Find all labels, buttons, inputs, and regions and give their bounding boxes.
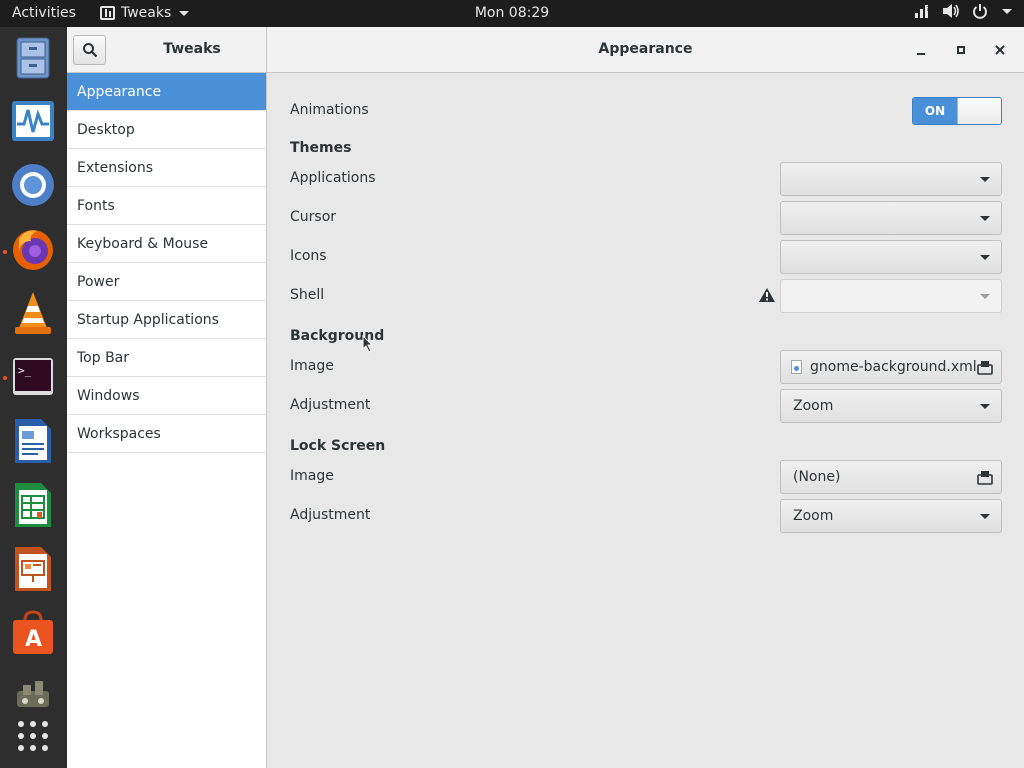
- dock-writer[interactable]: [10, 418, 56, 464]
- volume-icon: [943, 4, 959, 18]
- chevron-down-icon: [980, 177, 990, 182]
- cursor-label: Cursor: [290, 209, 337, 225]
- mouse-pointer-icon: [362, 335, 374, 353]
- sidebar-item-fonts[interactable]: Fonts: [67, 187, 266, 225]
- svg-text:>_: >_: [18, 364, 32, 377]
- lock-screen-image-chooser[interactable]: (None): [780, 460, 1002, 494]
- show-applications-icon: [18, 721, 48, 751]
- libreoffice-calc-icon: [15, 483, 51, 527]
- file-cabinet-icon: [16, 37, 50, 79]
- header-bar: Tweaks Appearance: [67, 27, 1024, 73]
- libreoffice-writer-icon: [15, 419, 51, 463]
- switch-knob: [957, 98, 1001, 124]
- chooser-value: gnome-background.xml: [810, 359, 977, 375]
- cursor-theme-select[interactable]: [780, 201, 1002, 235]
- dock-chromium[interactable]: [10, 162, 56, 208]
- search-button[interactable]: [73, 35, 106, 65]
- chevron-down-icon: [980, 255, 990, 260]
- running-indicator: [3, 376, 7, 380]
- sidebar-item-top-bar[interactable]: Top Bar: [67, 339, 266, 377]
- open-file-icon: [977, 361, 993, 375]
- dock: >_ A: [0, 27, 67, 768]
- sidebar-item-appearance[interactable]: Appearance: [67, 73, 266, 111]
- svg-text:?: ?: [926, 5, 930, 13]
- chevron-down-icon: [980, 404, 990, 409]
- lock-screen-adjustment-label: Adjustment: [290, 507, 371, 523]
- dock-calc[interactable]: [10, 482, 56, 528]
- dock-firefox[interactable]: [10, 226, 56, 272]
- sidebar-item-keyboard-mouse[interactable]: Keyboard & Mouse: [67, 225, 266, 263]
- dock-software[interactable]: A: [10, 610, 56, 656]
- running-indicator: [3, 250, 7, 254]
- document-icon: [791, 360, 802, 374]
- svg-text:A: A: [25, 627, 42, 652]
- system-tray[interactable]: ?: [914, 3, 1012, 19]
- background-adjustment-label: Adjustment: [290, 397, 371, 413]
- sidebar-item-startup-applications[interactable]: Startup Applications: [67, 301, 266, 339]
- select-value: Zoom: [793, 398, 834, 414]
- sidebar-title: Tweaks: [163, 41, 221, 57]
- animations-switch[interactable]: ON: [912, 97, 1002, 125]
- applications-label: Applications: [290, 170, 376, 186]
- maximize-icon: [957, 46, 965, 54]
- vlc-icon: [15, 292, 51, 334]
- minimize-button[interactable]: [909, 39, 933, 61]
- chromium-icon: [12, 164, 54, 206]
- terminal-icon: >_: [13, 358, 53, 395]
- sidebar-header: Tweaks: [67, 27, 267, 73]
- dock-impress[interactable]: [10, 546, 56, 592]
- system-monitor-icon: [12, 101, 54, 141]
- appearance-panel: Animations ON Themes Applications Cursor…: [268, 73, 1024, 768]
- power-icon: [973, 4, 987, 19]
- lock-screen-heading: Lock Screen: [290, 438, 386, 454]
- chevron-down-icon: [980, 216, 990, 221]
- dock-files[interactable]: [10, 35, 56, 81]
- lock-screen-adjustment-select[interactable]: Zoom: [780, 499, 1002, 533]
- applications-theme-select[interactable]: [780, 162, 1002, 196]
- dock-vlc[interactable]: [10, 290, 56, 336]
- warning-icon: [759, 288, 775, 302]
- chevron-down-icon: [980, 514, 990, 519]
- search-icon: [82, 43, 97, 58]
- themes-heading: Themes: [290, 140, 352, 156]
- sidebar-item-extensions[interactable]: Extensions: [67, 149, 266, 187]
- libreoffice-impress-icon: [15, 547, 51, 591]
- switch-state-label: ON: [913, 98, 957, 124]
- dock-terminal[interactable]: >_: [10, 354, 56, 400]
- maximize-button[interactable]: [949, 39, 973, 61]
- background-image-chooser[interactable]: gnome-background.xml: [780, 350, 1002, 384]
- chevron-down-icon: [1002, 8, 1012, 14]
- close-icon: [995, 45, 1005, 55]
- sidebar: Appearance Desktop Extensions Fonts Keyb…: [67, 73, 267, 768]
- software-center-icon: A: [13, 610, 53, 654]
- sidebar-item-workspaces[interactable]: Workspaces: [67, 415, 266, 453]
- tweaks-app-icon: [17, 681, 49, 707]
- shell-theme-select[interactable]: [780, 279, 1002, 313]
- tweaks-window: Tweaks Appearance Appearance Desktop Ext…: [67, 27, 1024, 768]
- lock-screen-image-label: Image: [290, 468, 334, 484]
- shell-label: Shell: [290, 287, 325, 303]
- network-icon: ?: [915, 5, 930, 18]
- show-applications-button[interactable]: [10, 713, 56, 759]
- icons-label: Icons: [290, 248, 327, 264]
- sidebar-item-windows[interactable]: Windows: [67, 377, 266, 415]
- firefox-icon: [13, 230, 53, 270]
- animations-label: Animations: [290, 102, 369, 118]
- chevron-down-icon: [980, 294, 990, 299]
- background-image-label: Image: [290, 358, 334, 374]
- sidebar-item-power[interactable]: Power: [67, 263, 266, 301]
- select-value: Zoom: [793, 508, 834, 524]
- dock-tweaks[interactable]: [10, 672, 56, 718]
- minimize-icon: [917, 53, 925, 55]
- background-adjustment-select[interactable]: Zoom: [780, 389, 1002, 423]
- icons-theme-select[interactable]: [780, 240, 1002, 274]
- clock[interactable]: Mon 08:29: [0, 5, 1024, 21]
- open-file-icon: [977, 471, 993, 485]
- dock-system-monitor[interactable]: [10, 98, 56, 144]
- sidebar-item-desktop[interactable]: Desktop: [67, 111, 266, 149]
- chooser-value: (None): [793, 469, 841, 485]
- close-button[interactable]: [988, 39, 1012, 61]
- top-bar: Activities Tweaks Mon 08:29 ?: [0, 0, 1024, 27]
